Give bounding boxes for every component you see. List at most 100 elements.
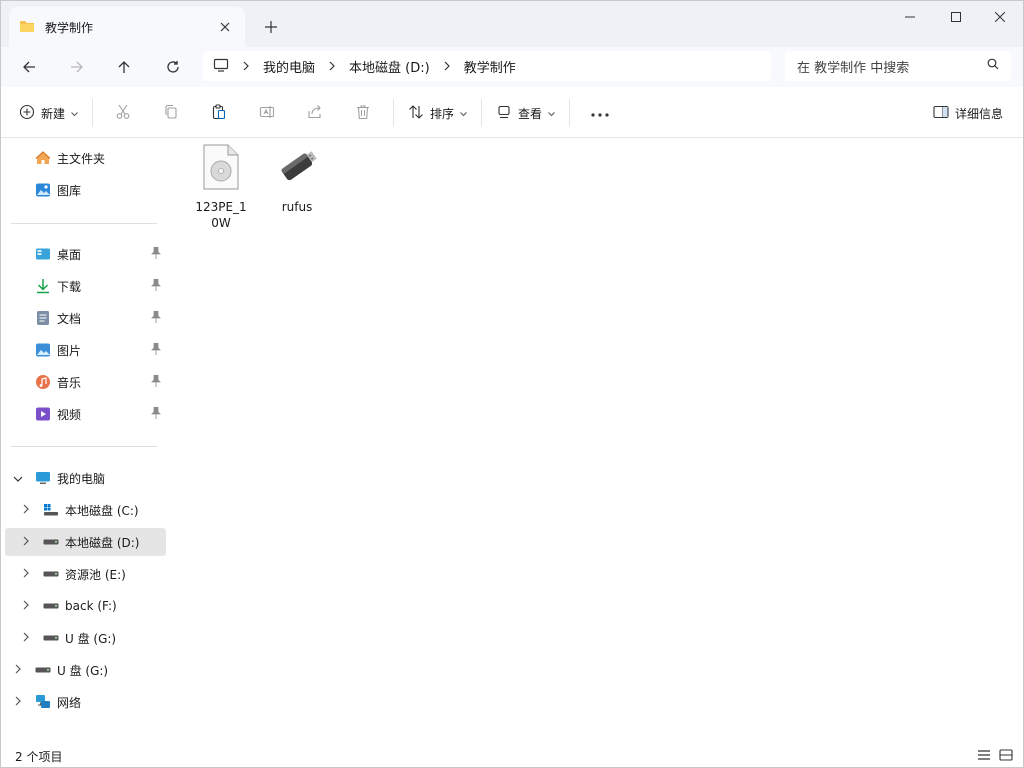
sidebar-item-label: 主文件夹 — [57, 151, 106, 166]
tab-title: 教学制作 — [45, 20, 94, 35]
sidebar-item-drive-d[interactable]: 本地磁盘 (D:) — [5, 528, 166, 556]
sidebar-item-drive-e[interactable]: 资源池 (E:) — [23, 560, 126, 588]
computer-icon — [213, 58, 229, 75]
address-bar[interactable]: 我的电脑 本地磁盘 (D:) 教学制作 — [203, 51, 771, 81]
file-name: 123PE_10W — [195, 200, 247, 230]
view-button[interactable]: 查看 — [488, 97, 563, 129]
sort-button-label: 排序 — [430, 106, 455, 121]
details-view-icon[interactable] — [973, 747, 995, 763]
file-item[interactable]: rufus — [265, 144, 329, 215]
sidebar-item-pictures[interactable]: 图片 — [35, 336, 165, 364]
item-count: 2 个项目 — [15, 750, 63, 764]
monitor-icon — [496, 104, 512, 123]
sidebar-item-network[interactable]: 网络 — [15, 688, 81, 716]
back-button[interactable] — [13, 51, 45, 83]
paste-button[interactable] — [200, 97, 238, 129]
navigation-pane: 主文件夹 图库 桌面 下载 文档 图片 音乐 视频 我的电脑 本地磁盘 (C:)… — [1, 138, 168, 738]
chevron-right-icon[interactable] — [23, 567, 31, 581]
delete-button[interactable] — [344, 97, 382, 129]
disc-image-file-icon — [201, 144, 241, 193]
pin-icon[interactable] — [151, 342, 161, 358]
sidebar-item-desktop[interactable]: 桌面 — [35, 240, 165, 268]
new-button[interactable]: 新建 — [11, 97, 86, 129]
network-icon — [35, 694, 51, 710]
sidebar-item-downloads[interactable]: 下载 — [35, 272, 165, 300]
search-box[interactable]: 在 教学制作 中搜索 — [785, 51, 1011, 81]
file-item[interactable]: 123PE_10W — [189, 144, 253, 231]
maximize-button[interactable] — [933, 1, 979, 33]
windows-drive-icon — [43, 502, 59, 518]
chevron-down-icon[interactable] — [13, 471, 23, 485]
breadcrumb-my-computer[interactable]: 我的电脑 — [263, 57, 315, 76]
chevron-right-icon[interactable] — [23, 503, 31, 517]
sidebar-item-label: 下载 — [57, 279, 82, 294]
sidebar-item-label: back (F:) — [65, 599, 117, 613]
refresh-button[interactable] — [157, 51, 189, 83]
sidebar-item-label: 资源池 (E:) — [65, 567, 126, 582]
pin-icon[interactable] — [151, 310, 161, 326]
chevron-right-icon[interactable] — [15, 663, 23, 677]
chevron-right-icon[interactable] — [15, 695, 23, 709]
document-icon — [35, 310, 51, 326]
large-icons-view-icon[interactable] — [995, 747, 1017, 763]
gallery-icon — [35, 182, 51, 198]
breadcrumb-drive-d[interactable]: 本地磁盘 (D:) — [349, 57, 430, 76]
sidebar-item-label: 文档 — [57, 311, 82, 326]
share-button[interactable] — [296, 97, 334, 129]
scissors-icon — [115, 104, 131, 123]
chevron-right-icon[interactable] — [23, 631, 31, 645]
copy-button[interactable] — [152, 97, 190, 129]
file-name: rufus — [281, 200, 313, 214]
sidebar-item-gallery[interactable]: 图库 — [35, 176, 81, 204]
more-options-button[interactable] — [581, 97, 619, 129]
sidebar-item-videos[interactable]: 视频 — [35, 400, 165, 428]
chevron-right-icon — [444, 61, 450, 71]
chevron-right-icon[interactable] — [23, 535, 31, 549]
rename-button[interactable] — [248, 97, 286, 129]
up-button[interactable] — [108, 51, 140, 83]
sidebar-item-drive-c[interactable]: 本地磁盘 (C:) — [23, 496, 139, 524]
sidebar-item-label: 图库 — [57, 183, 82, 198]
sidebar-item-label: 图片 — [57, 343, 82, 358]
breadcrumb-current-folder[interactable]: 教学制作 — [464, 57, 516, 76]
status-bar: 2 个项目 — [1, 741, 1023, 767]
new-tab-button[interactable] — [259, 15, 283, 39]
trash-icon — [355, 104, 371, 123]
sidebar-item-music[interactable]: 音乐 — [35, 368, 165, 396]
minimize-button[interactable] — [887, 1, 933, 33]
sidebar-item-drive-g[interactable]: U 盘 (G:) — [23, 624, 116, 652]
sidebar-item-usb-drive[interactable]: U 盘 (G:) — [15, 656, 108, 684]
sort-button[interactable]: 排序 — [400, 97, 475, 129]
chevron-right-icon[interactable] — [23, 599, 31, 613]
computer-icon — [35, 470, 51, 486]
close-window-button[interactable] — [977, 1, 1023, 33]
plus-circle-icon — [19, 104, 35, 123]
sidebar-item-my-computer[interactable]: 我的电脑 — [13, 464, 105, 492]
drive-icon — [43, 534, 59, 550]
details-pane-label: 详细信息 — [954, 106, 1003, 121]
sidebar-item-label: 桌面 — [57, 247, 82, 262]
tab-current-folder[interactable]: 教学制作 — [9, 7, 245, 47]
close-tab-icon[interactable] — [215, 17, 235, 37]
pin-icon[interactable] — [151, 374, 161, 390]
pin-icon[interactable] — [151, 246, 161, 262]
folder-icon — [19, 19, 35, 36]
sidebar-item-drive-f[interactable]: back (F:) — [23, 592, 117, 620]
video-icon — [35, 406, 51, 422]
sidebar-divider — [11, 223, 157, 224]
forward-button[interactable] — [61, 51, 93, 83]
search-input[interactable]: 在 教学制作 中搜索 — [797, 57, 909, 76]
chevron-down-icon — [71, 106, 78, 120]
cut-button[interactable] — [104, 97, 142, 129]
chevron-right-icon — [243, 61, 249, 71]
toolbar-divider — [569, 99, 571, 127]
pin-icon[interactable] — [151, 406, 161, 422]
file-list-pane: 123PE_10W rufus — [169, 138, 1021, 738]
chevron-right-icon — [329, 61, 335, 71]
sidebar-item-documents[interactable]: 文档 — [35, 304, 165, 332]
sidebar-item-label: 我的电脑 — [57, 471, 106, 486]
details-pane-button[interactable]: 详细信息 — [925, 97, 1011, 129]
sidebar-item-home[interactable]: 主文件夹 — [35, 144, 105, 172]
pin-icon[interactable] — [151, 278, 161, 294]
more-dots-icon — [591, 106, 609, 120]
